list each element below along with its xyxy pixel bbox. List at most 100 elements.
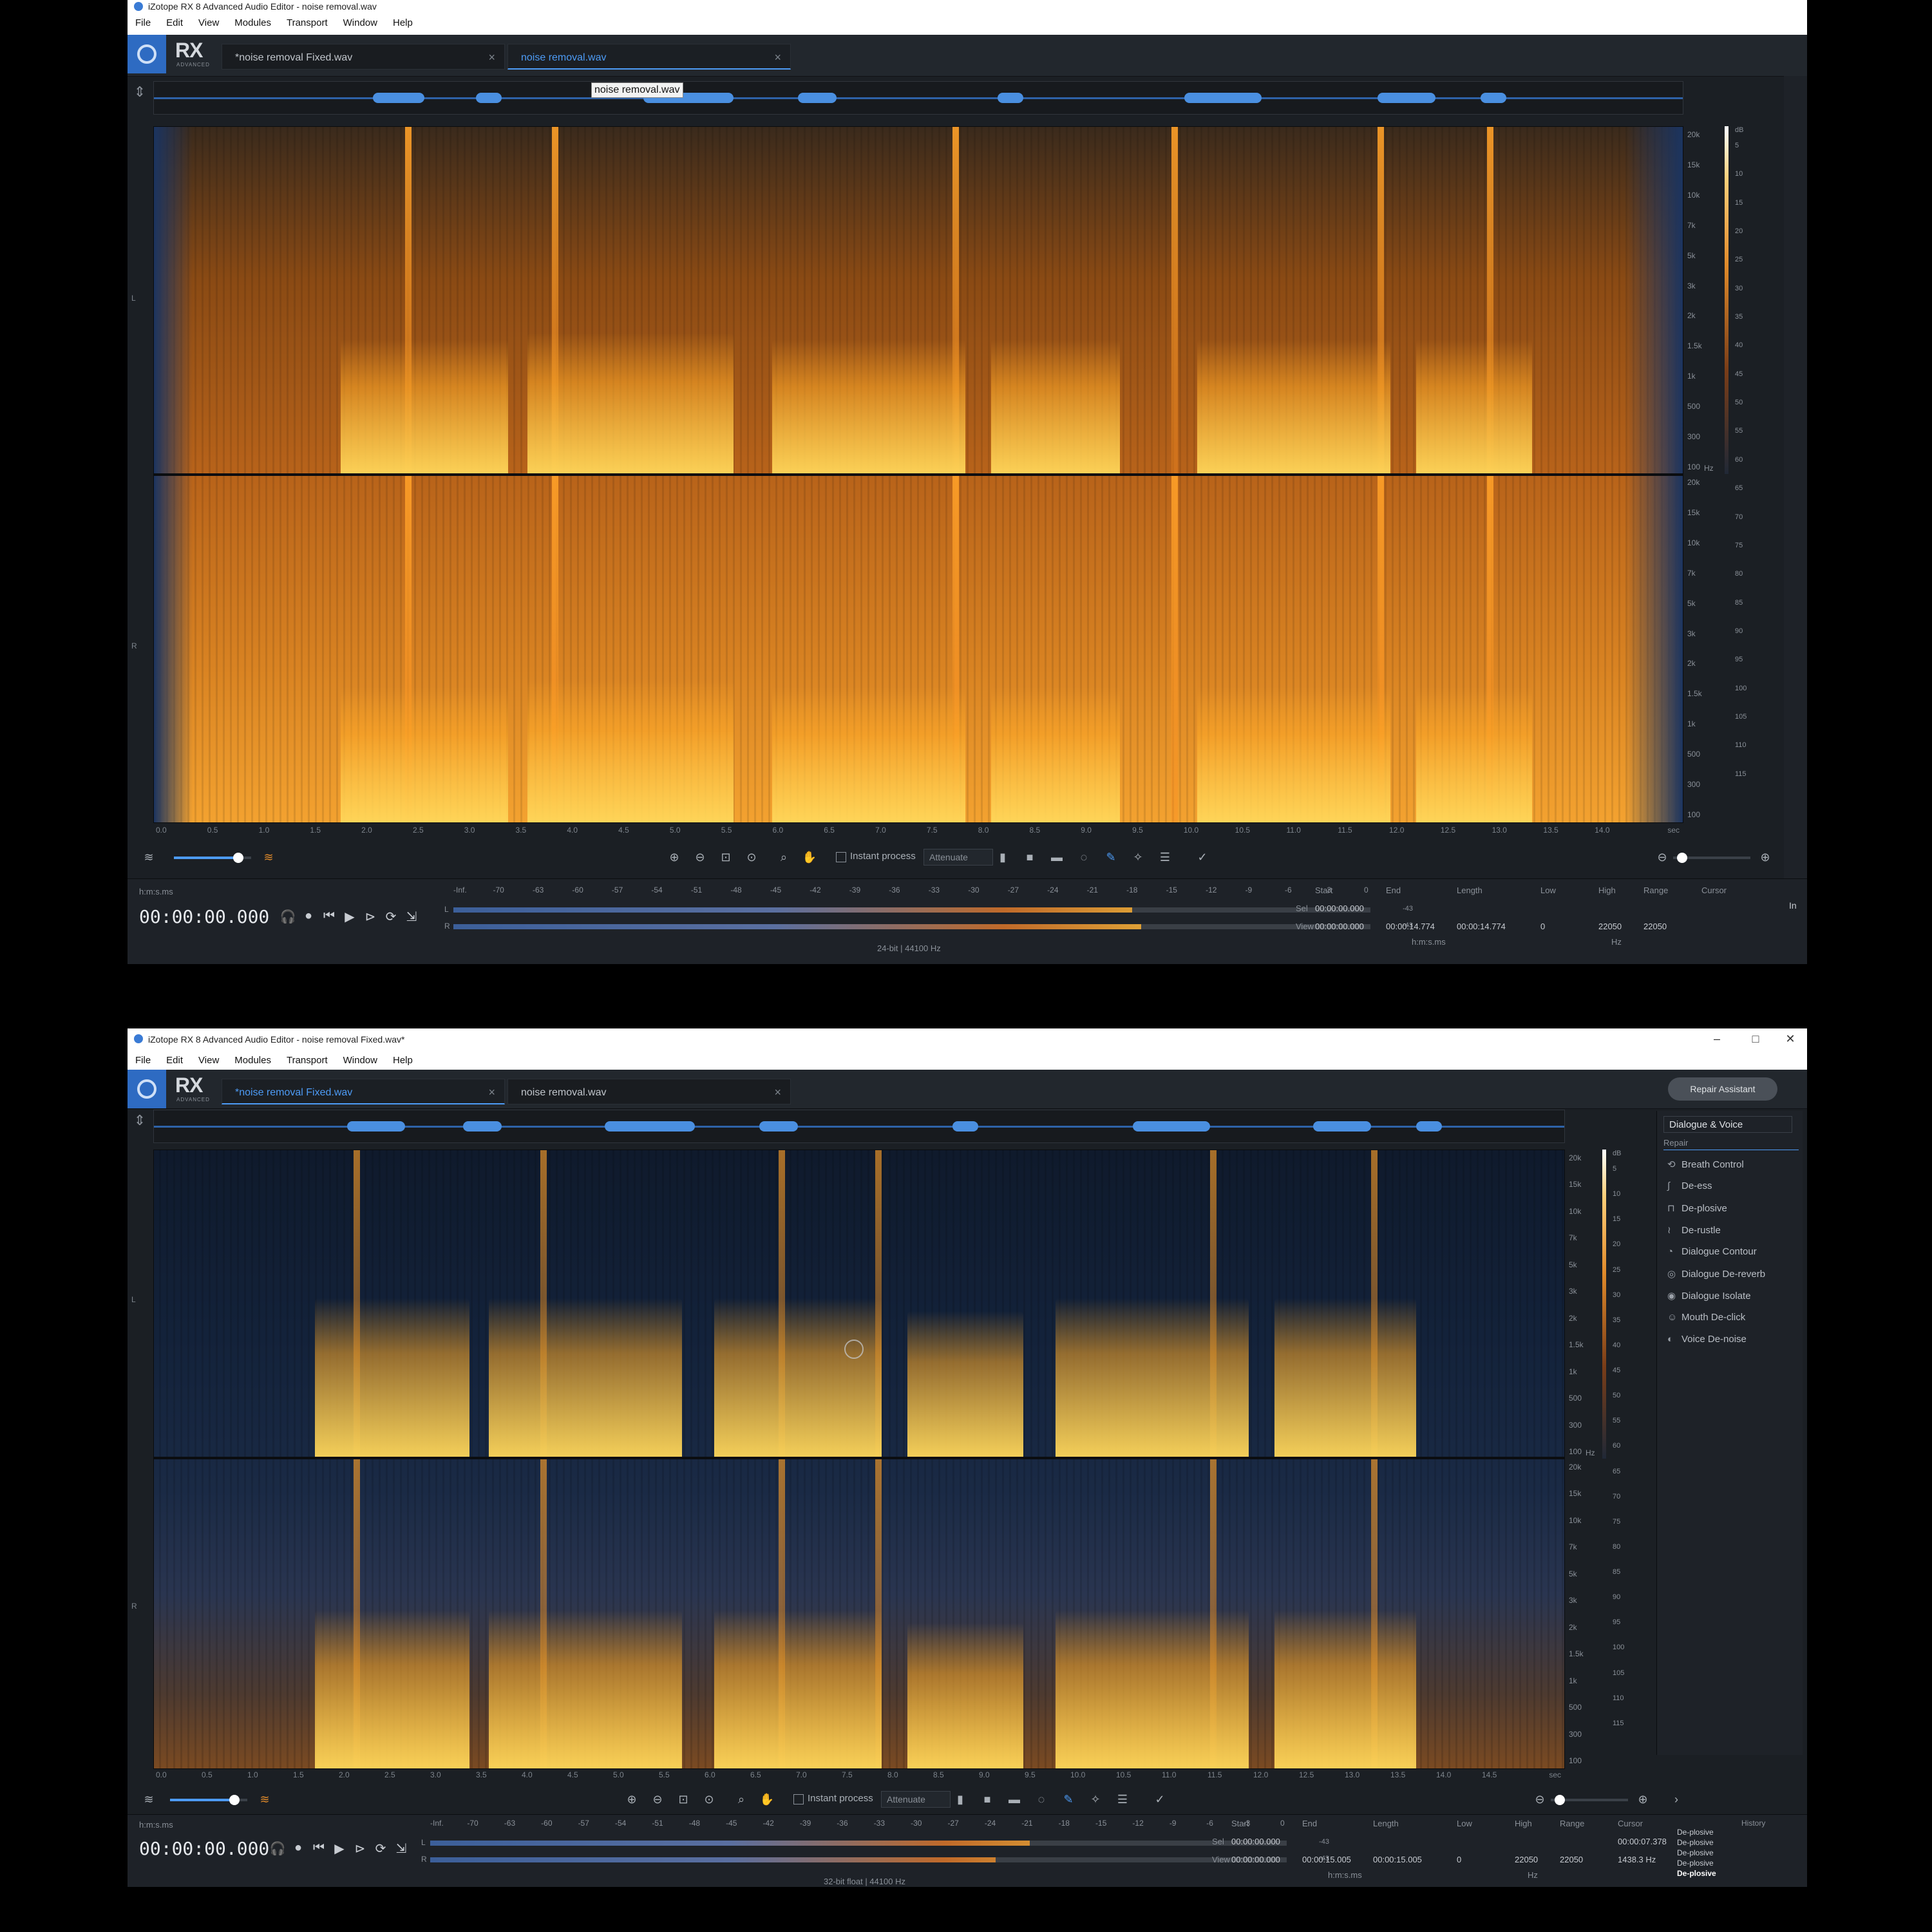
play-button[interactable]: ▶ — [331, 1841, 348, 1857]
zoom-fit-icon[interactable]: ⊙ — [701, 1791, 717, 1808]
record-button[interactable]: ● — [290, 1841, 307, 1855]
view-end-value[interactable]: 00:00:14.774 — [1386, 922, 1435, 931]
zoom-in-icon[interactable]: ⊕ — [666, 849, 683, 866]
view-start-value[interactable]: 00:00:00.000 — [1231, 1855, 1280, 1864]
time-frequency-selection-icon[interactable]: ■ — [1021, 849, 1038, 866]
zoom-tool-icon[interactable]: ⌕ — [775, 849, 792, 866]
time-frequency-selection-icon[interactable]: ■ — [979, 1791, 996, 1808]
menu-window[interactable]: Window — [336, 1050, 385, 1066]
instant-process-mode-select[interactable]: Attenuate — [923, 849, 993, 866]
module-item-de-plosive[interactable]: ⊓ De-plosive — [1667, 1202, 1727, 1214]
loop-button[interactable]: ⟳ — [383, 909, 399, 925]
module-item-mouth-de-click[interactable]: ☺ Mouth De-click — [1667, 1312, 1745, 1323]
module-item-de-rustle[interactable]: ≀ De-rustle — [1667, 1224, 1721, 1236]
view-length-value[interactable]: 00:00:14.774 — [1457, 922, 1506, 931]
lasso-icon[interactable]: ◌ — [1075, 849, 1092, 866]
menu-view[interactable]: View — [191, 1050, 227, 1066]
history-item[interactable]: De-plosive — [1677, 1828, 1714, 1837]
spectrogram-toggle-icon[interactable]: ≋ — [256, 1791, 273, 1808]
expand-panel-icon[interactable]: › — [1668, 1791, 1685, 1808]
module-item-dialogue-isolate[interactable]: ◉ Dialogue Isolate — [1667, 1290, 1751, 1302]
time-selection-icon[interactable]: ▮ — [994, 849, 1011, 866]
commit-checkmark-icon[interactable]: ✓ — [1151, 1791, 1168, 1808]
tab-noise-removal-fixed[interactable]: *noise removal Fixed.wav × — [222, 1079, 505, 1104]
instant-process-checkbox[interactable] — [836, 852, 846, 862]
menu-transport[interactable]: Transport — [279, 1050, 336, 1066]
menu-window[interactable]: Window — [336, 13, 385, 28]
play-selection-button[interactable]: ⊳ — [362, 909, 379, 925]
view-length-value[interactable]: 00:00:15.005 — [1373, 1855, 1422, 1864]
magic-wand-icon[interactable]: ✧ — [1087, 1791, 1104, 1808]
zoom-in-freq-icon[interactable]: ⊕ — [1757, 849, 1774, 866]
history-item[interactable]: De-plosive — [1677, 1838, 1714, 1847]
module-item-de-ess[interactable]: ∫ De-ess — [1667, 1180, 1712, 1191]
frequency-selection-icon[interactable]: ▬ — [1048, 849, 1065, 866]
history-item[interactable]: De-plosive — [1677, 1859, 1714, 1868]
hand-tool-icon[interactable]: ✋ — [759, 1791, 775, 1808]
frequency-zoom-slider[interactable] — [1551, 1795, 1628, 1805]
harmonic-selection-icon[interactable]: ☰ — [1157, 849, 1173, 866]
freq-low-value[interactable]: 0 — [1457, 1855, 1461, 1864]
module-item-voice-de-noise[interactable]: ◐ Voice De-noise — [1667, 1334, 1747, 1345]
freq-range-value[interactable]: 22050 — [1643, 922, 1667, 931]
zoom-selection-icon[interactable]: ⊡ — [717, 849, 734, 866]
menu-edit[interactable]: Edit — [158, 13, 191, 28]
view-start-value[interactable]: 00:00:00.000 — [1315, 922, 1364, 931]
menu-modules[interactable]: Modules — [227, 13, 279, 28]
collapse-overview-icon[interactable]: ⇕ — [131, 1112, 148, 1138]
waveform-toggle-icon[interactable]: ≋ — [140, 1791, 157, 1808]
menu-help[interactable]: Help — [385, 13, 421, 28]
waveform-overview[interactable] — [153, 1110, 1565, 1143]
close-icon[interactable]: × — [488, 51, 495, 64]
view-end-value[interactable]: 00:00:15.005 — [1302, 1855, 1351, 1864]
module-item-breath-control[interactable]: ⟲ Breath Control — [1667, 1159, 1744, 1170]
hand-tool-icon[interactable]: ✋ — [801, 849, 818, 866]
lasso-icon[interactable]: ◌ — [1033, 1791, 1050, 1808]
spectrogram-display[interactable] — [153, 1150, 1565, 1769]
history-item[interactable]: De-plosive — [1677, 1869, 1716, 1878]
brush-icon[interactable]: ✎ — [1103, 849, 1119, 866]
zoom-selection-icon[interactable]: ⊡ — [675, 1791, 692, 1808]
module-subcategory[interactable]: Repair — [1663, 1138, 1799, 1150]
play-button[interactable]: ▶ — [341, 909, 358, 925]
tab-noise-removal[interactable]: noise removal.wav × — [507, 1079, 791, 1104]
menu-transport[interactable]: Transport — [279, 13, 336, 28]
zoom-out-icon[interactable]: ⊖ — [649, 1791, 666, 1808]
commit-checkmark-icon[interactable]: ✓ — [1194, 849, 1211, 866]
skip-back-button[interactable]: ⏮ — [321, 909, 337, 923]
headphones-icon[interactable]: 🎧 — [279, 909, 296, 925]
freq-low-value[interactable]: 0 — [1540, 922, 1545, 931]
sel-start-value[interactable]: 00:00:00.000 — [1315, 904, 1364, 913]
close-icon[interactable]: × — [488, 1086, 495, 1099]
module-item-dialogue-de-reverb[interactable]: ◎ Dialogue De-reverb — [1667, 1268, 1765, 1280]
waveform-toggle-icon[interactable]: ≋ — [140, 849, 157, 866]
timecode-format-select[interactable]: h:m:s.ms — [139, 1820, 173, 1830]
time-ruler[interactable]: 0.0 0.5 1.0 1.5 2.0 2.5 3.0 3.5 4.0 4.5 5.0 5.5 6.0 6… — [153, 824, 1682, 837]
sel-start-value[interactable]: 00:00:00.000 — [1231, 1837, 1280, 1846]
zoom-out-freq-icon[interactable]: ⊖ — [1654, 849, 1671, 866]
module-item-dialogue-contour[interactable]: ◔ Dialogue Contour — [1667, 1246, 1757, 1257]
repair-assistant-button[interactable]: Repair Assistant — [1668, 1077, 1777, 1101]
menu-file[interactable]: File — [128, 13, 158, 28]
brush-icon[interactable]: ✎ — [1060, 1791, 1077, 1808]
time-ruler[interactable]: 0.0 0.5 1.0 1.5 2.0 2.5 3.0 3.5 4.0 4.5 5.0 5.5 6.0 6… — [153, 1769, 1564, 1782]
skip-back-button[interactable]: ⏮ — [310, 1841, 327, 1855]
zoom-out-freq-icon[interactable]: ⊖ — [1531, 1791, 1548, 1808]
freq-high-value[interactable]: 22050 — [1598, 922, 1622, 931]
tab-noise-removal[interactable]: noise removal.wav × — [507, 44, 791, 70]
magic-wand-icon[interactable]: ✧ — [1130, 849, 1146, 866]
zoom-in-icon[interactable]: ⊕ — [623, 1791, 640, 1808]
headphones-icon[interactable]: 🎧 — [269, 1841, 286, 1857]
menu-file[interactable]: File — [128, 1050, 158, 1066]
record-button[interactable]: ● — [300, 909, 317, 923]
spectrogram-display[interactable] — [153, 126, 1683, 823]
close-icon[interactable]: × — [774, 51, 781, 64]
waveform-overview[interactable] — [153, 81, 1683, 115]
play-selection-button[interactable]: ⊳ — [352, 1841, 368, 1857]
menu-help[interactable]: Help — [385, 1050, 421, 1066]
frequency-selection-icon[interactable]: ▬ — [1006, 1791, 1023, 1808]
close-window-icon[interactable]: ✕ — [1777, 1032, 1803, 1046]
close-icon[interactable]: × — [774, 1086, 781, 1099]
minimize-icon[interactable]: – — [1704, 1032, 1730, 1046]
module-category-dropdown[interactable]: Dialogue & Voice — [1663, 1116, 1792, 1133]
